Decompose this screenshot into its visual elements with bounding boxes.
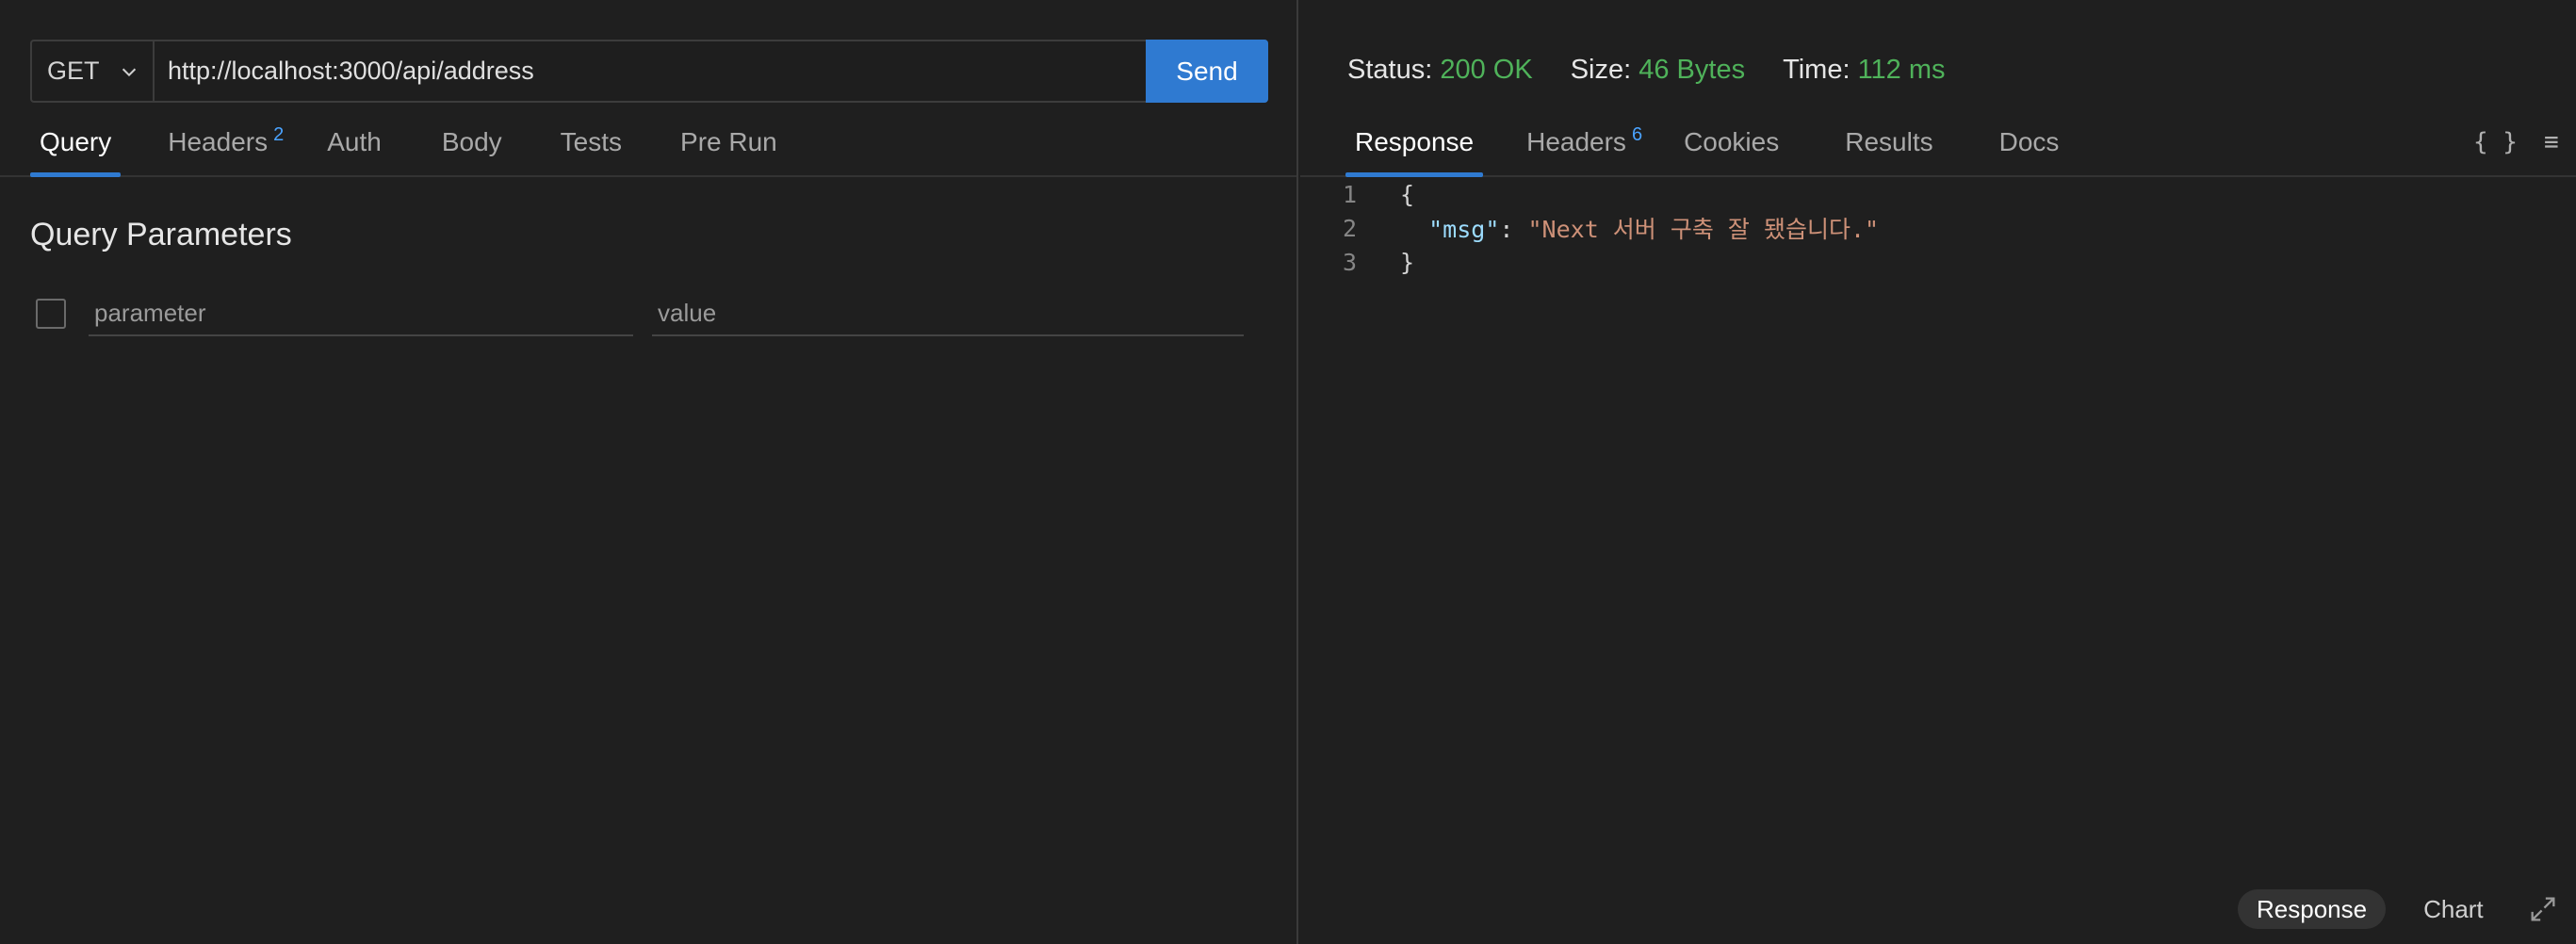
json-open-brace: { (1400, 180, 1415, 208)
query-parameters-title: Query Parameters (30, 217, 292, 252)
request-tabs: Query Headers 2 Auth Body Tests Pre Run (0, 111, 1296, 177)
tab-label: Headers (1526, 127, 1626, 156)
tab-label: Pre Run (680, 127, 777, 156)
line-number: 1 (1342, 180, 1357, 208)
tab-tests[interactable]: Tests (551, 109, 631, 175)
tab-label: Results (1845, 127, 1933, 156)
tab-label: Body (441, 127, 502, 156)
response-view-toggle: Response Chart (2238, 889, 2559, 929)
param-enable-checkbox[interactable] (36, 299, 66, 329)
size-value: 46 Bytes (1639, 55, 1746, 85)
tab-pre-run[interactable]: Pre Run (671, 109, 787, 175)
response-headers-count-badge: 6 (1631, 123, 1643, 145)
size-info: Size: 46 Bytes (1571, 55, 1745, 86)
json-entry: "msg": "Next 서버 구축 잘 됐습니다." (1400, 211, 1879, 245)
tab-response-headers[interactable]: Headers 6 (1517, 109, 1652, 175)
json-value: "Next 서버 구축 잘 됐습니다." (1527, 216, 1880, 243)
request-pane: GET Send Query Headers 2 Auth Body (0, 0, 1298, 944)
tab-label: Query (40, 127, 112, 156)
tab-label: Tests (560, 127, 623, 156)
app-window: GET Send Query Headers 2 Auth Body (0, 0, 2576, 944)
chevron-down-icon (122, 68, 137, 76)
query-param-row (36, 290, 1246, 337)
method-label: GET (47, 57, 100, 85)
view-response-button[interactable]: Response (2238, 889, 2387, 929)
expand-icon[interactable] (2527, 893, 2559, 925)
tab-headers[interactable]: Headers 2 (158, 109, 293, 175)
headers-count-badge: 2 (273, 123, 285, 145)
format-braces-icon[interactable]: { } (2473, 128, 2518, 156)
url-input[interactable] (155, 41, 1146, 101)
response-pane: Status: 200 OK Size: 46 Bytes Time: 112 … (1300, 0, 2576, 944)
json-close-brace: } (1400, 248, 1415, 276)
size-label: Size: (1570, 55, 1632, 85)
tab-results[interactable]: Results (1835, 109, 1942, 175)
json-key: "msg" (1428, 216, 1500, 243)
tab-body[interactable]: Body (432, 109, 512, 175)
code-line: 1 { (1300, 177, 2576, 211)
code-line: 2 "msg": "Next 서버 구축 잘 됐습니다." (1300, 211, 2576, 245)
tab-response[interactable]: Response (1345, 109, 1484, 177)
json-colon: : (1499, 216, 1528, 243)
tab-label: Cookies (1684, 127, 1780, 156)
send-button[interactable]: Send (1146, 40, 1268, 103)
tab-label: Response (1355, 127, 1475, 156)
tab-label: Auth (327, 127, 382, 156)
line-number: 3 (1342, 248, 1357, 276)
code-line: 3 } (1300, 245, 2576, 279)
time-info: Time: 112 ms (1783, 55, 1945, 86)
param-value-input[interactable] (652, 291, 1244, 336)
response-tabs: Response Headers 6 Cookies Results Docs (1300, 111, 2576, 177)
response-status-line: Status: 200 OK Size: 46 Bytes Time: 112 … (1347, 55, 1983, 86)
menu-lines-icon[interactable]: ≡ (2544, 128, 2559, 156)
tab-query[interactable]: Query (30, 109, 122, 177)
url-bar: GET Send (30, 40, 1268, 103)
line-number: 2 (1342, 214, 1357, 242)
status-value: 200 OK (1440, 55, 1533, 85)
tab-label: Headers (168, 127, 269, 156)
status-info: Status: 200 OK (1347, 55, 1533, 86)
time-label: Time: (1783, 55, 1850, 85)
tab-cookies[interactable]: Cookies (1674, 109, 1788, 175)
tab-label: Docs (1998, 127, 2060, 156)
tab-auth[interactable]: Auth (318, 109, 391, 175)
param-name-input[interactable] (89, 291, 633, 336)
response-body-viewer[interactable]: 1 { 2 "msg": "Next 서버 구축 잘 됐습니다." 3 } (1300, 177, 2576, 279)
view-chart-button[interactable]: Chart (2405, 889, 2503, 929)
time-value: 112 ms (1857, 55, 1946, 85)
status-label: Status: (1347, 55, 1433, 85)
tab-docs[interactable]: Docs (1990, 109, 2069, 175)
method-select[interactable]: GET (32, 41, 155, 101)
